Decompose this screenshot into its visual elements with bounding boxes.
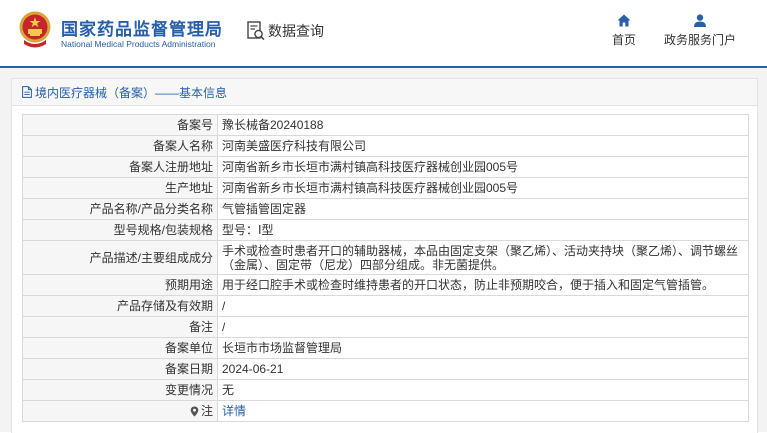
agency-name-en[interactable]: National Medical Products Administration (61, 39, 216, 49)
field-label: 产品存储及有效期 (22, 295, 218, 317)
field-value: / (217, 295, 749, 317)
table-row: 预期用途 用于经口腔手术或检查时维持患者的开口状态，防止非预期咬合，便于插入和固… (22, 274, 749, 296)
field-value: 2024-06-21 (217, 358, 749, 380)
table-row: 型号规格/包装规格 型号：Ⅰ型 (22, 219, 749, 241)
data-query-icon (247, 21, 265, 41)
table-row: 备案人名称 河南美盛医疗科技有限公司 (22, 135, 749, 157)
field-label: 备案日期 (22, 358, 218, 380)
field-value: 型号：Ⅰ型 (217, 219, 749, 241)
note-label: 注 (200, 404, 213, 418)
field-label: 预期用途 (22, 274, 218, 296)
note-label-cell: 注 (22, 400, 218, 422)
field-label: 备案号 (22, 114, 218, 136)
nav-service-portal[interactable]: 政务服务门户 (660, 14, 740, 48)
field-value: 河南省新乡市长垣市满村镇高科技医疗器械创业园005号 (217, 177, 749, 199)
field-label: 生产地址 (22, 177, 218, 199)
field-label: 型号规格/包装规格 (22, 219, 218, 241)
table-row: 备案单位 长垣市市场监督管理局 (22, 337, 749, 359)
field-value: 河南美盛医疗科技有限公司 (217, 135, 749, 157)
table-row: 备案日期 2024-06-21 (22, 358, 749, 380)
field-value: 无 (217, 379, 749, 401)
nav-home-label: 首页 (611, 33, 636, 47)
field-label: 备案人名称 (22, 135, 218, 157)
field-value: 长垣市市场监督管理局 (217, 337, 749, 359)
panel-header: 境内医疗器械（备案）——基本信息 (12, 79, 757, 106)
table-row: 注 详情 (22, 400, 749, 422)
data-query-label: 数据查询 (268, 23, 324, 39)
details-link[interactable]: 详情 (222, 404, 246, 418)
field-value: 豫长械备20240188 (217, 114, 749, 136)
table-row: 备注 / (22, 316, 749, 338)
table-row: 生产地址 河南省新乡市长垣市满村镇高科技医疗器械创业园005号 (22, 177, 749, 199)
field-label: 备案单位 (22, 337, 218, 359)
nav-home[interactable]: 首页 (608, 14, 640, 48)
table-row: 备案号 豫长械备20240188 (22, 114, 749, 136)
field-value: / (217, 316, 749, 338)
agency-name-cn[interactable]: 国家药品监督管理局 (61, 15, 223, 40)
info-panel: 境内医疗器械（备案）——基本信息 备案号 豫长械备20240188 备案人名称 … (11, 78, 758, 433)
field-label: 备注 (22, 316, 218, 338)
field-value: 气管插管固定器 (217, 198, 749, 220)
site-header: 国家药品监督管理局 National Medical Products Admi… (0, 0, 767, 66)
field-label: 产品名称/产品分类名称 (22, 198, 218, 220)
home-icon (617, 14, 631, 27)
table-row: 变更情况 无 (22, 379, 749, 401)
field-value: 用于经口腔手术或检查时维持患者的开口状态，防止非预期咬合，便于插入和固定气管插管… (217, 274, 749, 296)
record-table: 备案号 豫长械备20240188 备案人名称 河南美盛医疗科技有限公司 备案人注… (22, 114, 749, 422)
table-row: 产品存储及有效期 / (22, 295, 749, 317)
nav-service-portal-label: 政务服务门户 (663, 33, 736, 47)
user-icon (694, 14, 706, 27)
data-query-link[interactable]: 数据查询 (247, 20, 324, 42)
field-value: 手术或检查时患者开口的辅助器械，本品由固定支架（聚乙烯）、活动夹持块（聚乙烯）、… (217, 240, 749, 275)
document-icon (22, 86, 32, 98)
field-value: 河南省新乡市长垣市满村镇高科技医疗器械创业园005号 (217, 156, 749, 178)
table-row: 产品名称/产品分类名称 气管插管固定器 (22, 198, 749, 220)
field-label: 产品描述/主要组成成分 (22, 240, 218, 275)
field-label: 变更情况 (22, 379, 218, 401)
location-pin-icon (190, 406, 199, 417)
national-emblem-icon (19, 11, 51, 48)
field-label: 备案人注册地址 (22, 156, 218, 178)
table-row: 备案人注册地址 河南省新乡市长垣市满村镇高科技医疗器械创业园005号 (22, 156, 749, 178)
table-row: 产品描述/主要组成成分 手术或检查时患者开口的辅助器械，本品由固定支架（聚乙烯）… (22, 240, 749, 275)
panel-title: 境内医疗器械（备案）——基本信息 (35, 85, 228, 100)
note-value-cell: 详情 (217, 400, 749, 422)
